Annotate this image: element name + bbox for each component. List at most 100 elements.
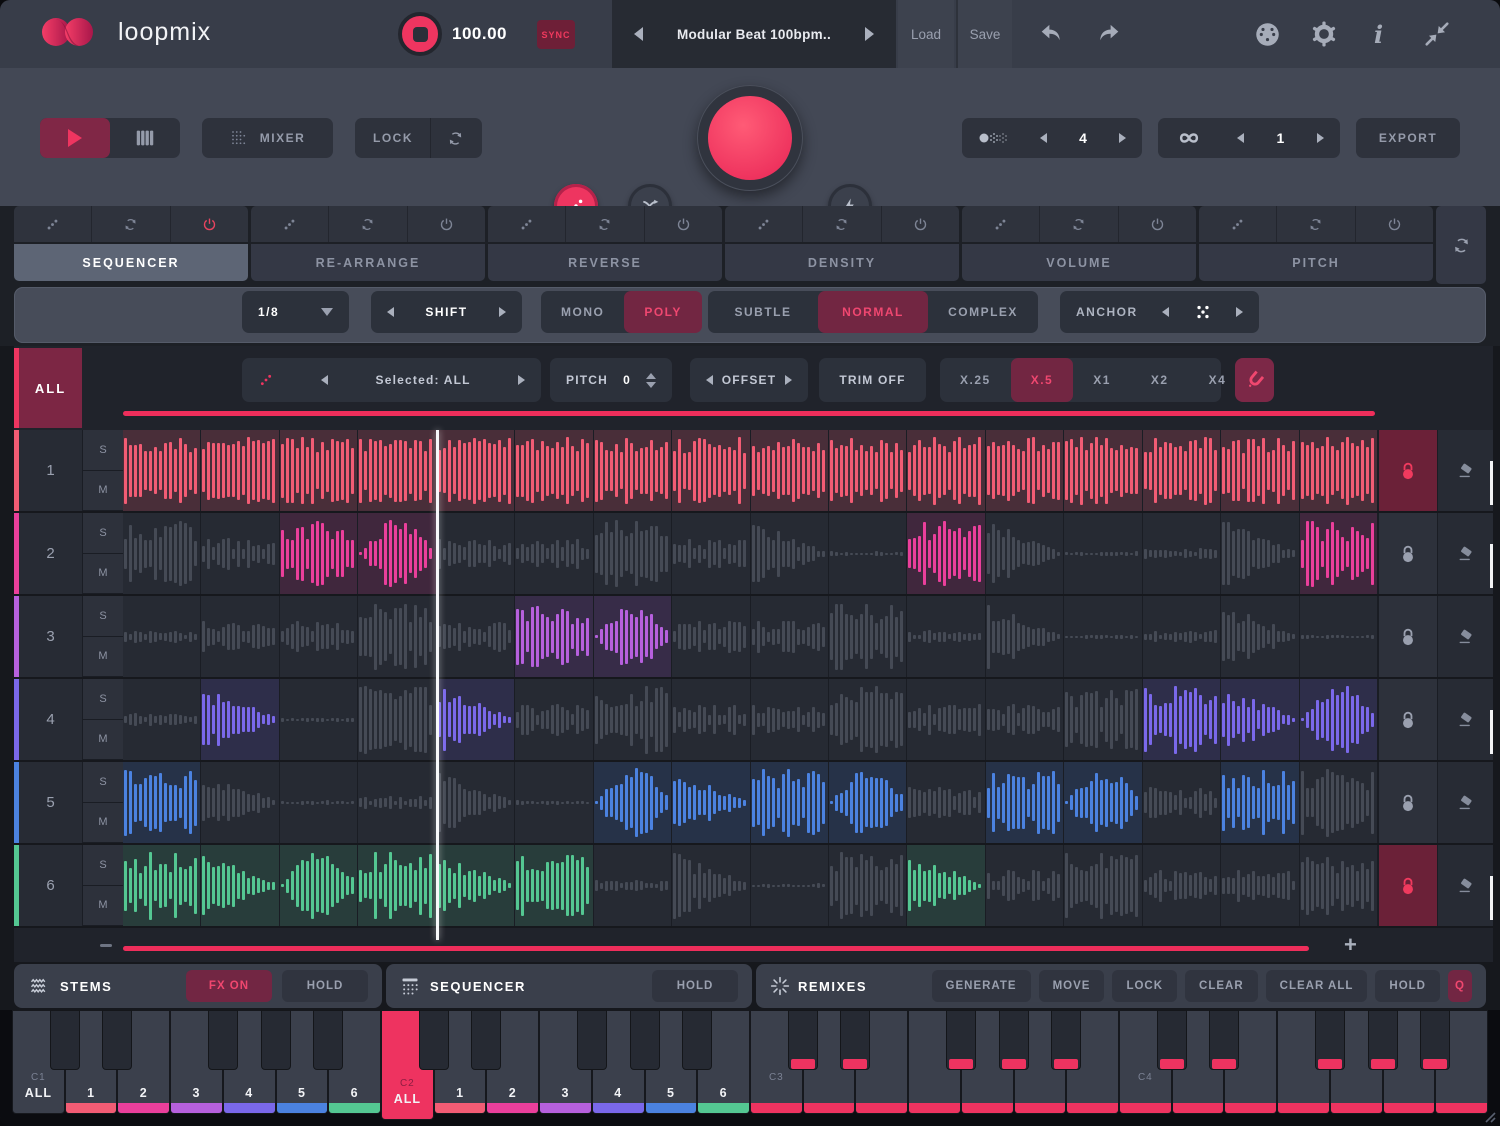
stems-hold-button[interactable]: HOLD: [282, 970, 368, 1002]
track-lock-button[interactable]: [1378, 596, 1437, 677]
black-key[interactable]: [102, 1010, 132, 1070]
refresh-icon[interactable]: [1039, 206, 1117, 242]
black-key[interactable]: [682, 1010, 712, 1070]
load-button[interactable]: Load: [898, 0, 954, 68]
black-key[interactable]: [1209, 1010, 1239, 1070]
preset-prev-button[interactable]: [634, 27, 643, 41]
pitch-value[interactable]: 0: [623, 373, 631, 387]
black-key[interactable]: [1368, 1010, 1398, 1070]
mute-button[interactable]: M: [83, 471, 123, 512]
selected-prev-button[interactable]: [321, 375, 328, 385]
black-key[interactable]: [946, 1010, 976, 1070]
refresh-icon[interactable]: [565, 206, 643, 242]
grid-cell[interactable]: [672, 845, 750, 926]
mixer-button[interactable]: MIXER: [202, 118, 333, 158]
redo-icon[interactable]: [1096, 0, 1122, 68]
solo-button[interactable]: S: [83, 596, 123, 637]
dice-icon[interactable]: [488, 206, 565, 242]
grid-cell[interactable]: [1143, 762, 1221, 843]
collapse-window-icon[interactable]: [1424, 0, 1450, 68]
grid-cell[interactable]: [515, 679, 593, 760]
grid-cell[interactable]: [829, 679, 907, 760]
grid-cell[interactable]: [437, 430, 515, 511]
grid-cell[interactable]: [358, 513, 436, 594]
grid-cell[interactable]: [515, 430, 593, 511]
save-button[interactable]: Save: [956, 0, 1012, 68]
grid-cell[interactable]: [1064, 762, 1142, 843]
grid-cell[interactable]: [437, 845, 515, 926]
tab-label-5[interactable]: VOLUME: [962, 244, 1196, 281]
speed-x2[interactable]: X2: [1131, 358, 1189, 402]
dice-icon[interactable]: [14, 206, 91, 242]
voice-mode-mono[interactable]: MONO: [541, 291, 624, 333]
grid-cell[interactable]: [1221, 596, 1299, 677]
black-key[interactable]: [999, 1010, 1029, 1070]
grid-cell[interactable]: [907, 596, 985, 677]
grid-cell[interactable]: [515, 513, 593, 594]
grid-cell[interactable]: [358, 845, 436, 926]
rate-dropdown[interactable]: 1/8: [242, 291, 349, 333]
remix-hold-button[interactable]: HOLD: [1375, 970, 1440, 1002]
info-icon[interactable]: i: [1374, 0, 1383, 68]
grid-cell[interactable]: [201, 762, 279, 843]
remix-generate-button[interactable]: GENERATE: [932, 970, 1031, 1002]
refresh-icon[interactable]: [328, 206, 406, 242]
global-refresh-button[interactable]: [1436, 206, 1486, 284]
grid-cell[interactable]: [1300, 513, 1378, 594]
midi-icon[interactable]: [1254, 0, 1281, 68]
tab-reverse[interactable]: REVERSE: [488, 206, 722, 284]
grid-cell[interactable]: [907, 762, 985, 843]
grid-cell[interactable]: [437, 596, 515, 677]
grid-cell[interactable]: [280, 596, 358, 677]
grid-cell[interactable]: [829, 762, 907, 843]
loop-prev-button[interactable]: [1237, 133, 1244, 143]
grid-cell[interactable]: [829, 845, 907, 926]
undo-icon[interactable]: [1038, 0, 1064, 68]
solo-button[interactable]: S: [83, 845, 123, 886]
track-erase-button[interactable]: [1437, 679, 1493, 760]
tab-label-6[interactable]: PITCH: [1199, 244, 1433, 281]
grid-cell[interactable]: [1064, 596, 1142, 677]
grid-cell[interactable]: [515, 845, 593, 926]
track-lock-button[interactable]: [1378, 762, 1437, 843]
black-key[interactable]: [419, 1010, 449, 1070]
loop-next-button[interactable]: [1317, 133, 1324, 143]
grid-cell[interactable]: [280, 679, 358, 760]
play-button[interactable]: [40, 118, 110, 158]
grid-cell[interactable]: [829, 596, 907, 677]
tab-volume[interactable]: VOLUME: [962, 206, 1196, 284]
mute-button[interactable]: M: [83, 886, 123, 927]
grid-cell[interactable]: [907, 513, 985, 594]
remix-q-button[interactable]: Q: [1448, 970, 1472, 1002]
grid-cell[interactable]: [986, 430, 1064, 511]
track-lock-button[interactable]: [1378, 845, 1437, 926]
grid-cell[interactable]: [358, 762, 436, 843]
remix-lock-button[interactable]: LOCK: [1112, 970, 1177, 1002]
black-key[interactable]: [313, 1010, 343, 1070]
grid-cell[interactable]: [672, 762, 750, 843]
power-icon[interactable]: [1118, 206, 1196, 242]
track-lock-button[interactable]: [1378, 679, 1437, 760]
loop-value[interactable]: 1: [1276, 130, 1284, 146]
complexity-subtle[interactable]: SUBTLE: [708, 291, 818, 333]
export-button[interactable]: EXPORT: [1356, 118, 1460, 158]
grid-cell[interactable]: [1143, 596, 1221, 677]
black-key[interactable]: [1315, 1010, 1345, 1070]
anchor-next-button[interactable]: [1236, 307, 1243, 317]
grid-cell[interactable]: [280, 513, 358, 594]
grid-cell[interactable]: [437, 679, 515, 760]
grid-cell[interactable]: [594, 845, 672, 926]
black-key[interactable]: [261, 1010, 291, 1070]
grid-cell[interactable]: [1143, 430, 1221, 511]
remix-move-button[interactable]: MOVE: [1039, 970, 1105, 1002]
grid-cell[interactable]: [123, 679, 201, 760]
grid-cell[interactable]: [1300, 845, 1378, 926]
top-loop-range-bar[interactable]: [123, 411, 1375, 416]
grid-cell[interactable]: [986, 679, 1064, 760]
grid-cell[interactable]: [1143, 845, 1221, 926]
variation-value[interactable]: 4: [1079, 130, 1087, 146]
grid-cell[interactable]: [358, 430, 436, 511]
grid-cell[interactable]: [594, 679, 672, 760]
refresh-icon[interactable]: [802, 206, 880, 242]
grid-cell[interactable]: [201, 679, 279, 760]
